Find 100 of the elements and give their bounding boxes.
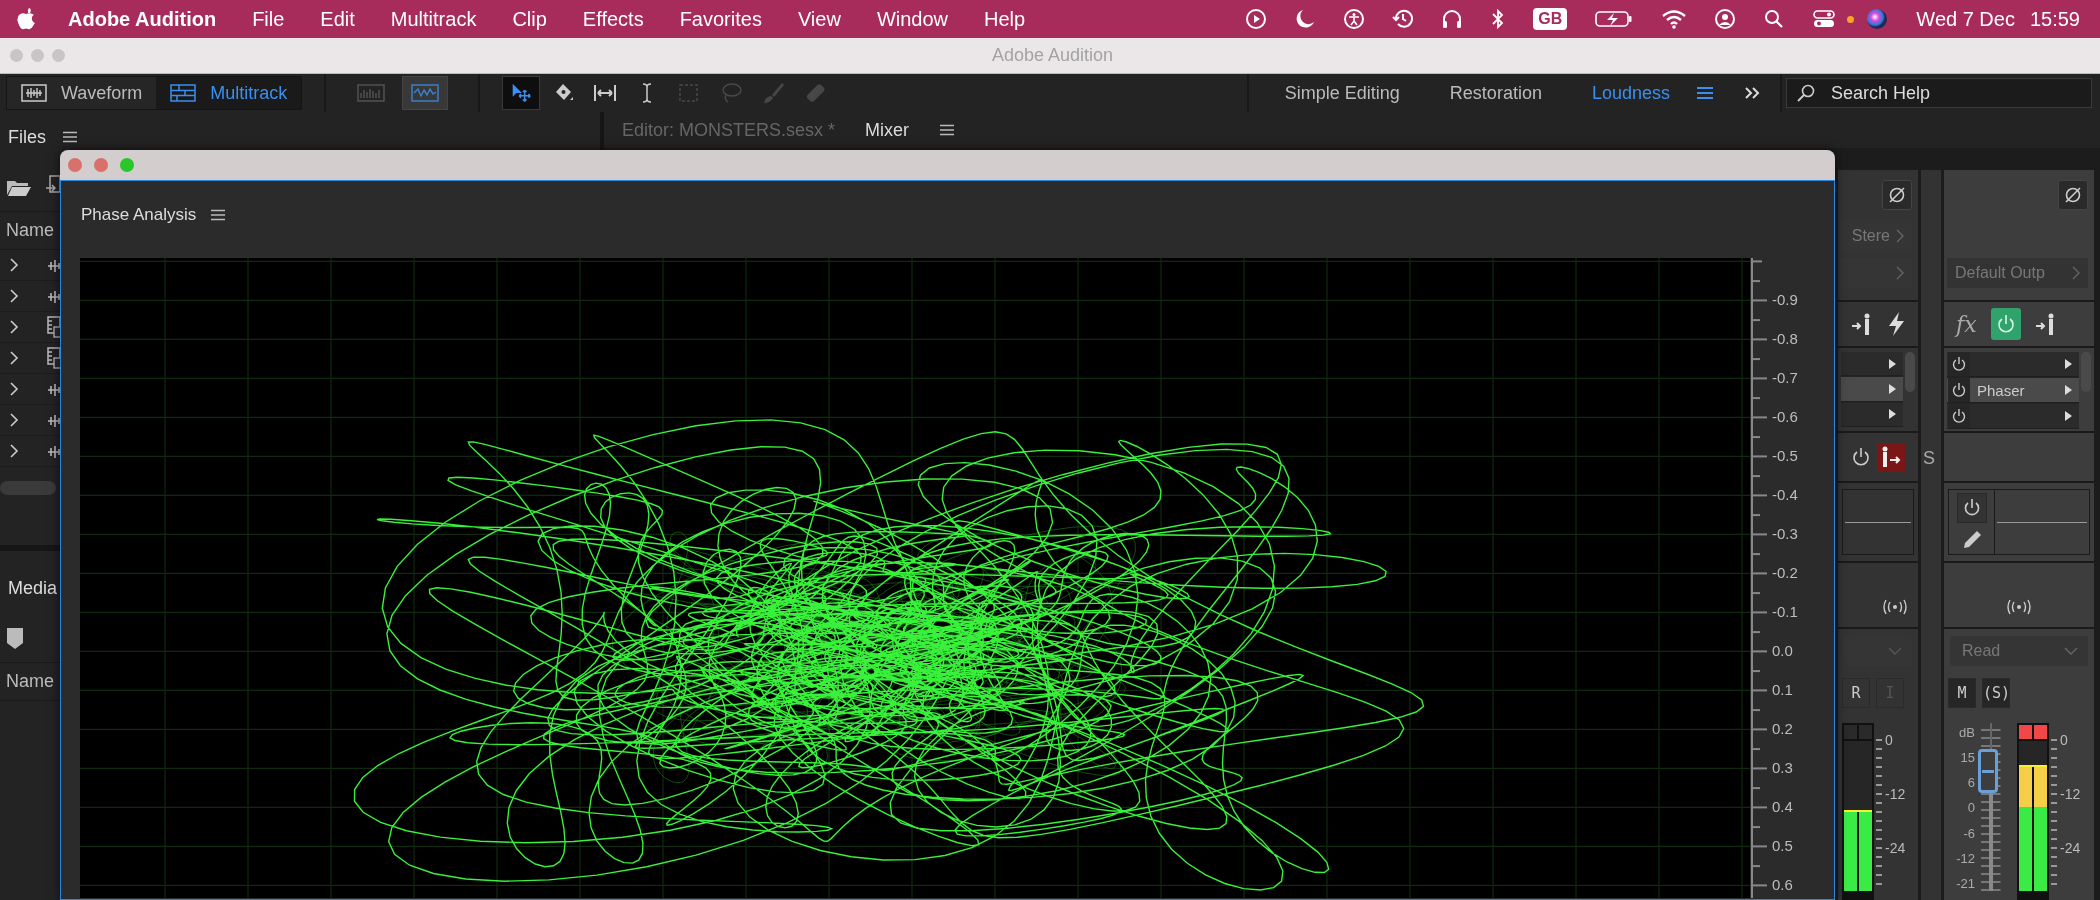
broadcast-icon[interactable] [2006, 599, 2032, 615]
track-toggle-button[interactable]: M [1948, 678, 1976, 708]
menu-item[interactable]: Window [876, 7, 949, 31]
menu-item[interactable]: View [797, 7, 841, 31]
multitrack-mode-button[interactable]: Multitrack [156, 77, 302, 109]
chevron-icon[interactable] [9, 289, 19, 303]
column-header[interactable]: Name [6, 220, 54, 241]
chevron-icon[interactable] [9, 444, 19, 458]
audio-file-icon [47, 412, 63, 428]
battery-charging-icon[interactable] [1594, 8, 1635, 30]
effect-slot[interactable] [1947, 404, 2079, 429]
axis-label: -0.7 [1772, 369, 1798, 387]
menu-item[interactable]: Clip [512, 7, 547, 31]
marker-icon[interactable] [6, 625, 24, 650]
app-menu[interactable]: Adobe Audition [68, 7, 217, 31]
effect-slot[interactable] [1947, 352, 2079, 377]
workspace-tab[interactable]: Restoration [1449, 82, 1542, 104]
chevron-icon [2072, 266, 2080, 280]
menu-item[interactable]: Effects [582, 7, 644, 31]
audio-file-icon [47, 288, 63, 304]
power-button[interactable] [1948, 378, 1970, 402]
power-button[interactable] [1948, 352, 1970, 376]
audio-file-icon [47, 257, 63, 273]
search-field[interactable]: Search Help [1786, 78, 2092, 108]
chevron-icon[interactable] [9, 258, 19, 272]
accessibility-icon[interactable] [1343, 8, 1366, 30]
clip-indicator[interactable] [2019, 725, 2032, 739]
apple-logo-icon[interactable] [16, 7, 36, 31]
expand-arrow-icon[interactable] [2063, 358, 2073, 370]
expand-arrow-icon[interactable] [2063, 384, 2073, 396]
keyboard-layout-badge[interactable]: GB [1533, 8, 1568, 30]
menu-icon[interactable] [1696, 86, 1714, 100]
send-button[interactable] [1877, 443, 1905, 471]
clip-indicator[interactable] [2034, 725, 2047, 739]
column-header[interactable]: Name [6, 671, 54, 692]
double-chevron-icon[interactable] [1744, 86, 1762, 100]
workspace-tab[interactable]: Loudness [1591, 82, 1670, 104]
fader-scale-label: -12 [1956, 850, 1975, 866]
axis-label: -0.2 [1772, 564, 1798, 582]
wifi-icon[interactable] [1661, 8, 1688, 30]
play-circle-icon[interactable] [1245, 8, 1268, 30]
effect-slot[interactable] [1841, 352, 1903, 377]
assistant-orb-icon[interactable] [1865, 7, 1890, 31]
workspace-tab[interactable]: Simple Editing [1284, 82, 1400, 104]
power-icon[interactable] [1851, 446, 1871, 468]
axis-label: -0.1 [1772, 603, 1798, 621]
headphones-icon[interactable] [1441, 8, 1464, 30]
move-tool-button[interactable] [502, 76, 541, 110]
menu-item[interactable]: Help [984, 7, 1026, 31]
menu-item[interactable]: File [252, 7, 285, 31]
track-toggle-button[interactable]: R [1842, 678, 1870, 708]
chevron-icon[interactable] [9, 413, 19, 427]
phase-invert-button[interactable] [2058, 180, 2088, 210]
fader-handle[interactable] [1978, 749, 1998, 794]
phase-invert-button[interactable] [1882, 180, 1912, 210]
track-toggle-button[interactable]: (S) [1982, 678, 2010, 708]
chevron-icon [1896, 229, 1904, 243]
expand-arrow-icon[interactable] [1887, 408, 1897, 421]
panel-menu-icon[interactable] [210, 208, 227, 221]
menu-item[interactable]: Multitrack [390, 7, 477, 31]
axis-label: -0.3 [1772, 525, 1798, 543]
expand-arrow-icon[interactable] [2063, 410, 2073, 422]
axis-label: -0.9 [1772, 291, 1798, 309]
effects-power-button[interactable] [1990, 308, 2021, 340]
effect-slot[interactable] [1841, 377, 1903, 402]
clip-indicator[interactable] [1859, 725, 1872, 739]
chevron-icon[interactable] [9, 382, 19, 396]
expand-arrow-icon[interactable] [1887, 357, 1897, 370]
date-text[interactable]: Wed 7 Dec [1916, 7, 2015, 31]
power-icon [1962, 498, 1981, 518]
effect-slot[interactable] [1841, 402, 1903, 427]
chevron-down-icon [1888, 647, 1902, 655]
effect-slot[interactable]: Phaser [1947, 378, 2079, 403]
power-button[interactable] [1948, 404, 1970, 428]
user-icon[interactable] [1714, 8, 1737, 30]
panel-menu-icon[interactable] [939, 124, 956, 136]
chevron-icon [1896, 266, 1904, 280]
axis-label: -0.8 [1772, 330, 1798, 348]
power-button[interactable] [1956, 493, 1987, 523]
chevron-icon[interactable] [9, 320, 19, 334]
axis-label: 0.0 [1772, 642, 1793, 660]
expand-arrow-icon[interactable] [1887, 383, 1897, 395]
chevron-icon[interactable] [9, 351, 19, 365]
clip-indicator[interactable] [1844, 725, 1857, 739]
clock-history-icon[interactable] [1392, 8, 1415, 30]
tracks-icon [170, 84, 197, 102]
menu-item[interactable]: Edit [320, 7, 355, 31]
fader-scale-label: 0 [1967, 800, 1975, 816]
panel-tab[interactable]: Mixer [865, 119, 910, 141]
waveform-view-button[interactable] [402, 76, 449, 110]
axis-label: -0.5 [1772, 447, 1798, 465]
moon-icon[interactable] [1294, 8, 1317, 30]
scrollbar[interactable] [0, 481, 56, 495]
panel-menu-icon[interactable] [62, 131, 78, 143]
broadcast-icon[interactable] [1882, 599, 1908, 615]
time-text[interactable]: 15:59 [2029, 7, 2080, 31]
axis-label: -0.4 [1772, 486, 1798, 504]
control-center-icon[interactable] [1812, 8, 1837, 30]
menu-item[interactable]: Favorites [679, 7, 762, 31]
panel-title: Media [8, 577, 58, 599]
